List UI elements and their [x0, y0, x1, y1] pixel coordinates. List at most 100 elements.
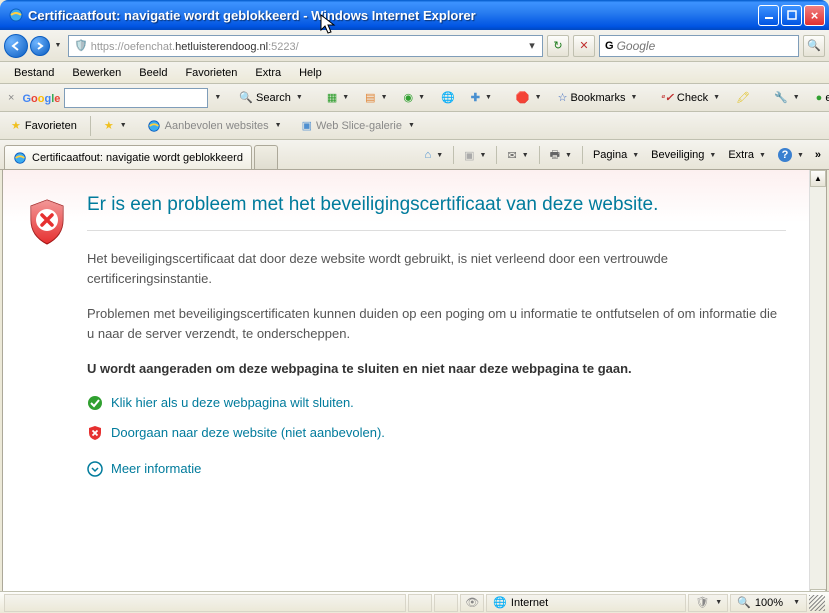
user-status-icon: ●	[816, 92, 823, 104]
minimize-button[interactable]	[758, 5, 779, 26]
content-area: Er is een probleem met het beveiligingsc…	[2, 170, 827, 607]
command-bar: ⌂▼ ▣▼ ✉▼ 🖶▼ Pagina▼ Beveiliging▼ Extra▼ …	[278, 141, 825, 169]
new-tab-button[interactable]	[254, 145, 278, 169]
error-text-2: Problemen met beveiligingscertificaten k…	[87, 304, 786, 343]
status-privacy-pane[interactable]: 👁	[460, 594, 484, 612]
address-bar[interactable]: 🛡️ https://oefenchat.hetluisterendoog.nl…	[68, 35, 543, 57]
gbar-share-button[interactable]: ▦▼	[321, 87, 355, 109]
gbar-check-button[interactable]: ᵃ✓Check▼	[655, 87, 726, 109]
cert-error-icon: 🛡️	[74, 39, 88, 52]
status-message-pane	[4, 594, 406, 612]
more-icon: ◉	[404, 91, 414, 104]
gbar-settings-button[interactable]: 🔧▼	[768, 87, 806, 109]
menu-file[interactable]: Bestand	[6, 64, 62, 82]
tab-active[interactable]: Certificaatfout: navigatie wordt geblokk…	[4, 145, 252, 169]
plus-icon: ✚	[471, 91, 480, 104]
status-bar: 👁 🌐Internet 🛡▼ 🔍100%▼	[0, 591, 829, 613]
wrench-icon: 🔧	[774, 91, 788, 104]
gbar-bookmarks-button[interactable]: ☆Bookmarks▼	[552, 87, 644, 109]
check-icon: ᵃ✓	[661, 91, 674, 104]
google-icon: G	[605, 40, 614, 52]
toolbar-overflow-button[interactable]: »	[811, 149, 825, 161]
add-favorite-button[interactable]: ★▼	[97, 115, 134, 136]
menu-help[interactable]: Help	[291, 64, 330, 82]
star-add-icon: ★	[104, 119, 114, 132]
address-dropdown[interactable]: ▾	[524, 39, 540, 52]
share-icon: ▦	[327, 91, 337, 104]
gbar-more-button[interactable]: ◉▼	[398, 87, 432, 109]
status-popup-pane[interactable]	[408, 594, 432, 612]
highlight-icon: 🖍	[736, 91, 750, 104]
expand-icon	[87, 461, 103, 477]
popup-icon: 🛑	[516, 91, 530, 104]
menu-bar: Bestand Bewerken Beeld Favorieten Extra …	[0, 62, 829, 84]
protected-mode-pane[interactable]: 🛡▼	[688, 594, 728, 612]
gbar-popup-button[interactable]: 🛑▼	[510, 87, 548, 109]
search-icon: 🔍	[239, 91, 253, 104]
security-menu[interactable]: Beveiliging▼	[646, 144, 721, 166]
stop-button[interactable]: ✕	[573, 35, 595, 57]
home-button[interactable]: ⌂▼	[420, 144, 449, 166]
refresh-button[interactable]: ↻	[547, 35, 569, 57]
feeds-button[interactable]: ▣▼	[459, 144, 491, 166]
google-search-input[interactable]	[64, 88, 208, 108]
page-menu[interactable]: Pagina▼	[588, 144, 644, 166]
google-toolbar: × Google ▼ 🔍Search▼ ▦▼ ▤▼ ◉▼ 🌐 ✚▼ 🛑▼ ☆Bo…	[0, 84, 829, 112]
print-button[interactable]: 🖶▼	[545, 144, 577, 166]
window-titlebar: Certificaatfout: navigatie wordt geblokk…	[0, 0, 829, 30]
eye-icon: 👁	[465, 596, 479, 609]
suggested-sites-button[interactable]: Aanbevolen websites▼	[140, 115, 289, 137]
close-button[interactable]: ×	[804, 5, 825, 26]
google-logo: Google	[22, 90, 60, 106]
ie-icon	[13, 151, 27, 165]
nav-history-dropdown[interactable]: ▼	[50, 37, 64, 55]
forward-button[interactable]	[30, 36, 50, 56]
back-button[interactable]	[4, 34, 28, 58]
tools-menu[interactable]: Extra▼	[723, 144, 771, 166]
window-title: Certificaatfout: navigatie wordt geblokk…	[28, 8, 758, 23]
internet-zone-icon: 🌐	[493, 596, 507, 609]
shield-error-icon	[27, 198, 67, 246]
google-search-dropdown[interactable]: ▼	[214, 94, 221, 101]
error-heading: Er is een probleem met het beveiligingsc…	[87, 194, 786, 216]
search-box[interactable]: G	[599, 35, 799, 57]
menu-favorites[interactable]: Favorieten	[177, 64, 245, 82]
continue-link[interactable]: Doorgaan naar deze website (niet aanbevo…	[87, 425, 786, 441]
menu-edit[interactable]: Bewerken	[64, 64, 129, 82]
mail-button[interactable]: ✉▼	[502, 144, 533, 166]
security-zone-pane[interactable]: 🌐Internet	[486, 594, 686, 612]
menu-view[interactable]: Beeld	[131, 64, 175, 82]
status-phishing-pane[interactable]	[434, 594, 458, 612]
vertical-scrollbar[interactable]: ▲ ▼	[809, 170, 826, 606]
error-recommendation: U wordt aangeraden om deze webpagina te …	[87, 359, 786, 379]
help-button[interactable]: ?▼	[773, 144, 809, 166]
home-icon: ⌂	[425, 149, 432, 161]
gbar-highlight-button[interactable]: 🖍	[730, 87, 756, 109]
resize-grip[interactable]	[809, 595, 825, 611]
star-icon: ★	[11, 119, 21, 132]
tab-bar: Certificaatfout: navigatie wordt geblokk…	[0, 140, 829, 170]
ie-icon	[147, 119, 161, 133]
favorites-button[interactable]: ★Favorieten	[4, 115, 84, 136]
web-slice-button[interactable]: ▣Web Slice-galerie▼	[295, 115, 422, 136]
ie-icon	[8, 7, 24, 23]
search-go-button[interactable]: 🔍	[803, 35, 825, 57]
menu-extra[interactable]: Extra	[247, 64, 289, 82]
gbar-autofill-button[interactable]: ✚▼	[465, 87, 498, 109]
gbar-user-button[interactable]: ●e.herz...▼	[810, 87, 829, 109]
slice-icon: ▣	[302, 119, 312, 132]
toolbar-close-button[interactable]: ×	[4, 92, 18, 104]
star-icon: ☆	[558, 91, 568, 104]
search-input[interactable]	[617, 39, 796, 53]
url-text[interactable]: https://oefenchat.hetluisterendoog.nl:52…	[91, 39, 524, 53]
maximize-button[interactable]	[781, 5, 802, 26]
close-page-link[interactable]: Klik hier als u deze webpagina wilt slui…	[87, 395, 786, 411]
gbar-news-button[interactable]: ▤▼	[359, 87, 393, 109]
more-info-link[interactable]: Meer informatie	[87, 461, 786, 477]
zoom-pane[interactable]: 🔍100%▼	[730, 594, 807, 612]
gbar-globe-button[interactable]: 🌐	[435, 87, 461, 109]
check-shield-icon	[87, 395, 103, 411]
google-search-button[interactable]: 🔍Search▼	[233, 87, 309, 109]
scroll-up-button[interactable]: ▲	[810, 170, 826, 187]
globe-icon: 🌐	[441, 91, 455, 104]
